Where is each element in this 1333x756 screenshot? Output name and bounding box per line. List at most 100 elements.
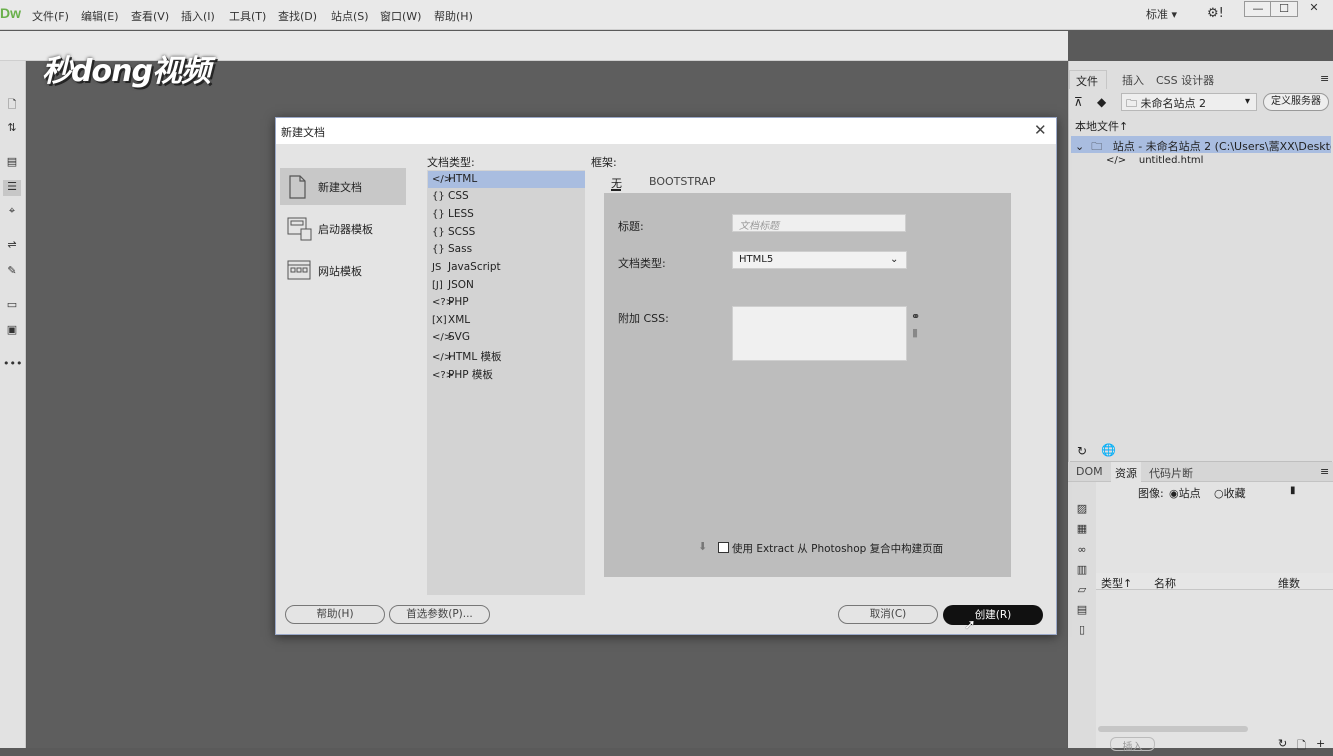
bookmark-icon[interactable]: ▮ [1290, 485, 1296, 496]
panel-menu-icon[interactable]: ≡ [1320, 72, 1329, 85]
create-button[interactable]: 创建(R) [943, 605, 1043, 625]
html-file-icon: </> [1106, 155, 1127, 166]
folder-icon: 🗀 [1126, 97, 1137, 110]
comment-icon[interactable]: ▭ [3, 298, 21, 314]
close-window-button[interactable]: ✕ [1300, 1, 1328, 17]
minimize-button[interactable]: — [1244, 1, 1272, 17]
library-asset-icon[interactable]: ▯ [1075, 623, 1089, 637]
chevron-down-icon: ⌄ [890, 254, 899, 265]
indent-icon[interactable]: ☰ [3, 180, 21, 196]
target-icon[interactable]: ⌖ [3, 204, 21, 220]
script-asset-icon[interactable]: ▱ [1075, 583, 1089, 597]
doctype-html-template[interactable]: </>HTML 模板 [432, 349, 502, 366]
doctype-php[interactable]: <?>PHP [432, 296, 469, 313]
snippet-icon[interactable]: ▣ [3, 323, 21, 339]
gear-icon[interactable]: ⚙! [1207, 6, 1224, 21]
watermark: 秒dong视频 [42, 54, 211, 89]
sort-icon[interactable]: ⇅ [3, 121, 21, 137]
site-root-row[interactable]: ⌄ 🗀 站点 - 未命名站点 2 (C:\Users\蒿XX\Desktop\.… [1071, 136, 1331, 153]
tab-assets[interactable]: 资源 [1111, 462, 1141, 482]
menu-find[interactable]: 查找(D) [278, 8, 317, 24]
doctype-svg[interactable]: </>SVG [432, 331, 470, 348]
doctype-html[interactable]: </>HTML [432, 173, 477, 190]
menu-file[interactable]: 文件(F) [32, 8, 69, 24]
link-icon[interactable]: ⚭ [911, 310, 920, 323]
workspace-select[interactable]: 标准 ▾ [1146, 6, 1177, 22]
refresh-icon[interactable]: ↻ [1278, 737, 1287, 750]
cancel-button[interactable]: 取消(C) [838, 605, 938, 624]
framework-tab-bootstrap[interactable]: BOOTSTRAP [649, 175, 715, 188]
panel-menu-icon[interactable]: ≡ [1320, 465, 1329, 478]
doctype-php-template[interactable]: <?>PHP 模板 [432, 367, 493, 384]
image-asset-icon[interactable]: ▨ [1075, 502, 1089, 516]
refresh-icon[interactable]: ↻ [1077, 444, 1087, 458]
column-name[interactable]: 名称 [1154, 575, 1176, 591]
menu-view[interactable]: 查看(V) [131, 8, 169, 24]
tab-snippets[interactable]: 代码片断 [1149, 465, 1193, 481]
doctype-json[interactable]: [J] JSON [432, 279, 474, 296]
doctype-xml-label: XML [448, 314, 471, 326]
insert-asset-button[interactable]: 插入 [1110, 737, 1155, 753]
menu-help[interactable]: 帮助(H) [434, 8, 473, 24]
trash-icon[interactable]: ▮ [912, 326, 918, 339]
html-icon: </> [432, 352, 453, 363]
document-icon [287, 175, 309, 199]
doctype-select[interactable]: HTML5 [732, 251, 907, 269]
file-row[interactable]: </> untitled.html [1106, 155, 1203, 166]
menu-site[interactable]: 站点(S) [331, 8, 369, 24]
tab-dom[interactable]: DOM [1076, 465, 1103, 478]
extract-checkbox[interactable] [718, 542, 729, 553]
edit-icon[interactable]: 🗋 [1297, 737, 1306, 756]
close-icon[interactable]: ✕ [1034, 121, 1047, 139]
doctype-xml[interactable]: [X]XML [432, 314, 470, 331]
tab-files[interactable]: 文件 [1069, 70, 1107, 89]
doctype-html-template-label: HTML 模板 [448, 351, 502, 363]
column-dimensions[interactable]: 维数 [1278, 575, 1300, 591]
add-favorite-icon[interactable]: + [1316, 737, 1325, 750]
title-input[interactable]: 文档标题 [732, 214, 906, 232]
menu-edit[interactable]: 编辑(E) [81, 8, 119, 24]
app-logo: Dw [0, 5, 21, 21]
maximize-button[interactable]: ☐ [1270, 1, 1298, 17]
sort-up-icon: ↑ [1123, 577, 1133, 590]
menu-window[interactable]: 窗口(W) [380, 8, 421, 24]
doctype-css-label: CSS [448, 190, 469, 202]
radio-site[interactable]: ◉站点 [1169, 485, 1201, 501]
preferences-button[interactable]: 首选参数(P)... [389, 605, 490, 624]
column-type[interactable]: 类型↑ [1101, 575, 1132, 591]
menu-tools[interactable]: 工具(T) [229, 8, 266, 24]
file-icon[interactable]: 🗋 [3, 96, 21, 112]
site-select[interactable]: 🗀 未命名站点 2 [1121, 93, 1257, 111]
template-asset-icon[interactable]: ▤ [1075, 603, 1089, 617]
connect-icon[interactable]: ⊼ [1074, 95, 1083, 109]
horizontal-scrollbar[interactable] [1098, 726, 1248, 732]
radio-favorites[interactable]: ○收藏 [1214, 485, 1246, 501]
tab-insert[interactable]: 插入 [1122, 72, 1144, 88]
globe-icon[interactable]: 🌐 [1101, 443, 1116, 457]
link-asset-icon[interactable]: ∞ [1075, 543, 1089, 557]
attach-css-list[interactable] [732, 306, 907, 361]
table-asset-icon[interactable]: ▦ [1075, 522, 1089, 536]
active-tab-indicator [611, 189, 621, 191]
more-icon[interactable]: ••• [3, 357, 22, 373]
media-asset-icon[interactable]: ▥ [1075, 563, 1089, 577]
inspect-icon[interactable]: ▤ [3, 155, 21, 171]
wrap-icon[interactable]: ⇌ [3, 238, 21, 254]
doctype-javascript-label: JavaScript [448, 261, 501, 273]
git-icon[interactable]: ◆ [1097, 95, 1106, 109]
doctype-less[interactable]: {} LESS [432, 208, 474, 225]
doctype-javascript[interactable]: JS JavaScript [432, 261, 501, 278]
define-server-button[interactable]: 定义服务器 [1263, 93, 1329, 111]
php-icon: <?> [432, 297, 455, 308]
tab-css-designer[interactable]: CSS 设计器 [1156, 72, 1214, 88]
doctype-css[interactable]: {} CSS [432, 190, 469, 207]
attach-css-label: 附加 CSS: [618, 312, 669, 325]
brush-icon[interactable]: ✎ [3, 264, 21, 280]
help-button[interactable]: 帮助(H) [285, 605, 385, 624]
radio-checked-icon: ◉ [1169, 487, 1179, 500]
menu-insert[interactable]: 插入(I) [181, 8, 215, 24]
doctype-sass[interactable]: {} Sass [432, 243, 472, 260]
doctype-scss[interactable]: {} SCSS [432, 226, 475, 243]
local-files-header[interactable]: 本地文件↑ [1075, 118, 1128, 134]
workspace-label: 标准 [1146, 8, 1168, 21]
